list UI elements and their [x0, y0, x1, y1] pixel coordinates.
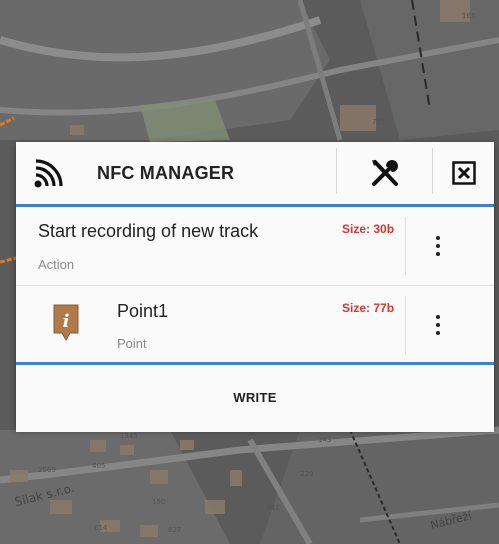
nfc-item-row[interactable]: i Point1 Point Size: 77b [16, 286, 494, 364]
map-number: 1345 [120, 432, 138, 440]
map-number: 405 [92, 462, 106, 470]
map-number: 165 [462, 12, 476, 20]
close-box-icon [452, 161, 476, 185]
header-divider [432, 148, 433, 194]
item-size: Size: 77b [342, 301, 395, 315]
item-menu-button[interactable] [408, 286, 468, 364]
info-point-icon: i [53, 304, 79, 342]
map-number: 614 [94, 524, 108, 532]
map-number: 2569 [38, 466, 56, 474]
more-vert-icon [436, 236, 440, 256]
item-title: Point1 [117, 301, 169, 321]
item-menu-button[interactable] [408, 207, 468, 285]
map-number: 827 [168, 526, 182, 534]
tools-icon [372, 160, 398, 186]
map-number: 715 [372, 118, 386, 126]
info-point-letter: i [63, 311, 70, 332]
map-number: 341 [266, 504, 280, 512]
write-button[interactable]: WRITE [16, 365, 494, 429]
map-number: 150 [152, 498, 166, 506]
row-divider [405, 296, 406, 354]
nfc-manager-dialog: NFC MANAGER Start recording of new track… [16, 142, 494, 432]
header-divider [336, 148, 337, 194]
nfc-signal-icon [34, 159, 63, 188]
map-number: 143 [318, 436, 332, 444]
item-title: Start recording of new track [38, 221, 259, 241]
close-button[interactable] [434, 142, 494, 204]
dialog-footer: WRITE [16, 362, 494, 432]
row-divider [405, 217, 406, 275]
more-vert-icon [436, 315, 440, 335]
tools-button[interactable] [338, 142, 432, 204]
item-size: Size: 30b [342, 222, 395, 236]
map-number: 229 [300, 470, 314, 478]
nfc-item-row[interactable]: Start recording of new track Action Size… [16, 207, 494, 286]
item-type: Point [117, 336, 147, 351]
dialog-title: NFC MANAGER [97, 163, 235, 183]
item-type: Action [38, 257, 75, 272]
dialog-header: NFC MANAGER [16, 142, 494, 207]
